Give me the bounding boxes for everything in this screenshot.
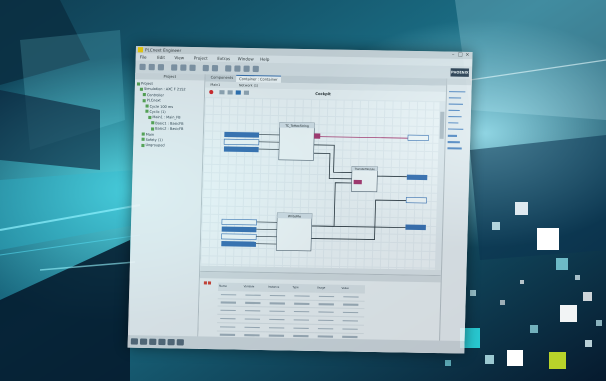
output-marker (353, 179, 362, 185)
application-window: PLCnext Engineer – □ × File Edit View Pr… (127, 46, 473, 354)
component-item[interactable] (448, 96, 470, 102)
maximize-icon[interactable]: □ (457, 52, 463, 58)
open-icon[interactable] (148, 63, 155, 71)
menu-help[interactable]: Help (260, 57, 269, 62)
step-icon[interactable] (227, 90, 233, 95)
block-title: TC_ToHexString (284, 124, 309, 128)
close-icon[interactable]: × (464, 52, 470, 58)
output-variable[interactable] (407, 134, 429, 141)
function-block[interactable]: TC_ToHexString (278, 122, 315, 161)
redo-icon[interactable] (211, 65, 219, 72)
block-title: TransferModule (355, 167, 376, 171)
status-icon[interactable] (139, 338, 148, 345)
project-tree: Project Simulation : AXC F 2152 Controll… (135, 81, 186, 149)
status-icon[interactable] (130, 338, 139, 345)
input-variable[interactable] (221, 233, 257, 240)
add-variable-icon[interactable] (203, 281, 207, 285)
folder-icon (141, 143, 145, 147)
folder-icon (142, 98, 146, 103)
stop-icon[interactable] (252, 65, 259, 73)
status-icon[interactable] (149, 338, 157, 345)
block-title: WriteFile (288, 214, 301, 218)
task-icon (145, 110, 149, 114)
minimize-icon[interactable]: – (450, 52, 456, 58)
component-item[interactable] (448, 109, 469, 115)
plcnext-logo-icon (137, 47, 144, 53)
new-project-icon[interactable] (139, 63, 146, 71)
component-item[interactable] (447, 134, 469, 140)
function-block[interactable]: TransferModule (351, 166, 378, 193)
copy-icon[interactable] (180, 64, 187, 71)
cut-icon[interactable] (171, 64, 178, 71)
variables-table: Name Variable Instance Type Usage Value (216, 282, 366, 342)
canvas-title: Cockpit (315, 91, 331, 97)
program-icon (148, 115, 152, 119)
zoom-icon[interactable] (243, 90, 250, 95)
pointer-icon[interactable] (219, 90, 225, 95)
variables-panel-header (199, 271, 441, 283)
components-panel-header (447, 78, 473, 86)
component-item[interactable] (448, 122, 469, 127)
input-variable[interactable] (224, 131, 260, 138)
project-panel: Project Project Simulation : AXC F 2152 … (127, 73, 206, 349)
paste-icon[interactable] (189, 64, 196, 71)
status-icon[interactable] (167, 338, 175, 346)
component-item[interactable] (447, 128, 469, 134)
diagram-canvas: TC_ToHexString TransferModule WriteFile (221, 122, 429, 252)
function-block[interactable]: WriteFile (275, 212, 313, 252)
components-tree (445, 89, 469, 153)
editor-area: Components Container : Container Main1 N… (197, 74, 447, 354)
input-variable[interactable] (223, 138, 260, 146)
save-icon[interactable] (157, 64, 165, 71)
component-item[interactable] (447, 147, 468, 153)
build-icon[interactable] (225, 65, 232, 72)
folder-icon (141, 138, 145, 142)
project-panel-header: Project (135, 73, 205, 81)
write-and-start-icon[interactable] (234, 65, 241, 72)
window-title: PLCnext Engineer (145, 47, 182, 54)
menu-window[interactable]: Window (238, 56, 254, 61)
program-icon (151, 121, 155, 125)
folder-icon (141, 132, 145, 136)
component-item[interactable] (448, 115, 469, 121)
output-variable[interactable] (406, 174, 428, 181)
background-scene: PLCnext Engineer – □ × File Edit View Pr… (0, 0, 606, 381)
folder-icon (136, 81, 141, 86)
task-icon (145, 104, 149, 108)
status-icon[interactable] (158, 338, 166, 346)
component-item[interactable] (449, 90, 470, 96)
component-item[interactable] (448, 103, 470, 108)
menu-project[interactable]: Project (194, 55, 208, 60)
menu-extras[interactable]: Extras (217, 56, 230, 61)
menu-file[interactable]: File (140, 54, 147, 59)
online-values-icon[interactable] (235, 90, 241, 95)
program-icon (151, 127, 155, 131)
output-variable[interactable] (405, 197, 428, 204)
record-icon[interactable] (209, 89, 214, 95)
undo-icon[interactable] (202, 64, 209, 72)
debug-icon[interactable] (243, 65, 250, 72)
output-variable[interactable] (405, 224, 426, 231)
scroll-thumb[interactable] (439, 111, 445, 139)
menu-edit[interactable]: Edit (157, 55, 165, 60)
component-item[interactable] (447, 141, 469, 146)
input-variable[interactable] (223, 146, 259, 153)
input-variable[interactable] (221, 241, 257, 247)
output-marker (314, 133, 321, 139)
status-icon[interactable] (176, 339, 184, 346)
menu-view[interactable]: View (174, 55, 184, 60)
controller-icon (139, 87, 144, 91)
tree-item[interactable]: Ungrouped (135, 143, 184, 149)
function-block-diagram: TC_ToHexString TransferModule WriteFile (200, 97, 446, 270)
variables-toolbar (203, 280, 214, 286)
input-variable[interactable] (221, 218, 257, 226)
brand-logo: PHOENIX (450, 68, 470, 77)
delete-variable-icon[interactable] (207, 281, 212, 285)
input-variable[interactable] (221, 226, 257, 233)
folder-icon (142, 93, 146, 97)
